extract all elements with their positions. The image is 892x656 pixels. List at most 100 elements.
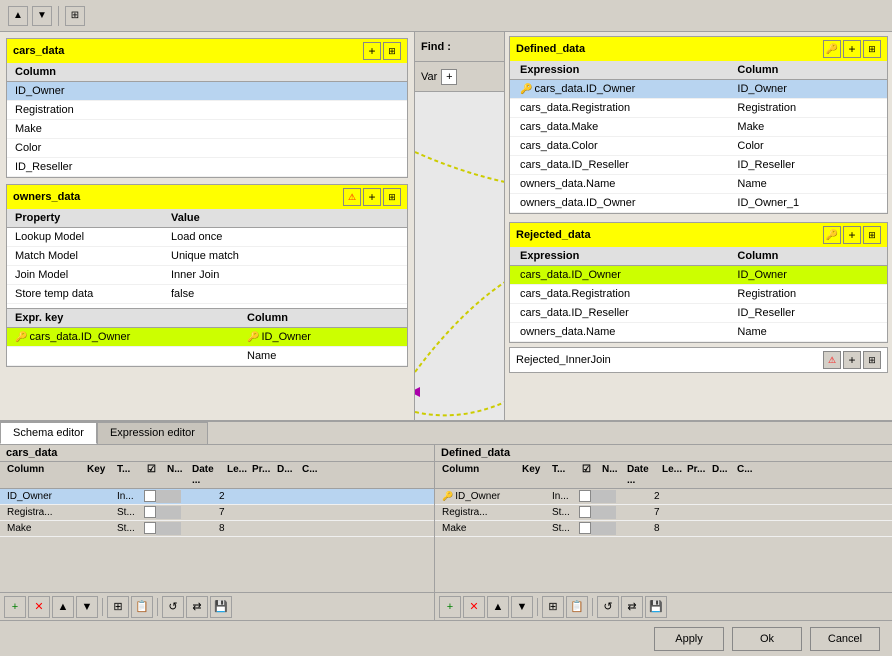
sl-save-btn[interactable]: 💾	[210, 596, 232, 618]
sl-up-btn[interactable]: ▲	[52, 596, 74, 618]
owners-add-btn[interactable]: +	[363, 188, 381, 206]
right-panel[interactable]: Defined_data 🔑 + ⊞ Expression Column	[505, 32, 892, 420]
cars-window-btn[interactable]: ⊞	[383, 42, 401, 60]
defined-row-5[interactable]: cars_data.ID_Reseller ID_Reseller	[510, 156, 887, 175]
defined-data-title: Defined_data	[516, 43, 585, 55]
cars-row-registration[interactable]: Registration	[7, 101, 407, 120]
sl-add-btn[interactable]: +	[4, 596, 26, 618]
sl-h-check: ☑	[144, 463, 164, 487]
defined-row-4[interactable]: cars_data.Color Color	[510, 137, 887, 156]
var-label: Var	[421, 71, 437, 83]
owners-col-value: Value	[169, 211, 401, 225]
apply-button[interactable]: Apply	[654, 627, 724, 651]
cars-row-id-reseller[interactable]: ID_Reseller	[7, 158, 407, 177]
schema-right-row-3[interactable]: Make St... 8	[435, 521, 892, 537]
defined-row-7[interactable]: owners_data.ID_Owner ID_Owner_1	[510, 194, 887, 213]
owners-col-header: Property Value	[7, 209, 407, 228]
sr-copy-btn[interactable]: ⊞	[542, 596, 564, 618]
rij-add-btn[interactable]: +	[843, 351, 861, 369]
schema-right-row-2[interactable]: Registra... St... 7	[435, 505, 892, 521]
var-add-btn[interactable]: +	[441, 69, 457, 85]
cars-row-color[interactable]: Color	[7, 139, 407, 158]
sl-copy-btn[interactable]: ⊞	[107, 596, 129, 618]
defined-key-btn[interactable]: 🔑	[823, 40, 841, 58]
sr-down-btn[interactable]: ▼	[511, 596, 533, 618]
schema-left-row-3[interactable]: Make St... 8	[0, 521, 434, 537]
rejected-window-btn[interactable]: ⊞	[863, 226, 881, 244]
rejected-col-col: Column	[733, 249, 881, 263]
rejected-innerjoin-bar: Rejected_InnerJoin ⚠ + ⊞	[509, 347, 888, 373]
owners-error-btn[interactable]: ⚠	[343, 188, 361, 206]
defined-add-btn[interactable]: +	[843, 40, 861, 58]
defined-row-1[interactable]: 🔑 cars_data.ID_Owner ID_Owner	[510, 80, 887, 99]
sl-del-btn[interactable]: ✕	[28, 596, 50, 618]
sr-del-btn[interactable]: ✕	[463, 596, 485, 618]
defined-col-col: Column	[733, 63, 881, 77]
rejected-key-btn[interactable]: 🔑	[823, 226, 841, 244]
center-connector: Find : Var +	[415, 32, 505, 420]
rejected-row-4[interactable]: owners_data.Name Name	[510, 323, 887, 342]
cars-row-make[interactable]: Make	[7, 120, 407, 139]
cars-data-title: cars_data	[13, 45, 64, 57]
cars-col-column: Column	[13, 65, 401, 79]
sr-sep-2	[592, 598, 593, 616]
sr-refresh-btn[interactable]: ↺	[597, 596, 619, 618]
rejected-data-section: Rejected_data 🔑 + ⊞ Expression Column ca…	[509, 222, 888, 373]
tab-schema-editor[interactable]: Schema editor	[0, 422, 97, 444]
copy-button[interactable]: ⊞	[65, 6, 85, 26]
sl-h-pre: Pr...	[249, 463, 274, 487]
rejected-row-1[interactable]: cars_data.ID_Owner ID_Owner	[510, 266, 887, 285]
owners-row-lookup[interactable]: Lookup Model Load once	[7, 228, 407, 247]
defined-row-6[interactable]: owners_data.Name Name	[510, 175, 887, 194]
key-icon-1: 🔑	[15, 332, 27, 343]
sr-h-len: Le...	[659, 463, 684, 487]
owners-row-store[interactable]: Store temp data false	[7, 285, 407, 304]
sr-up-btn[interactable]: ▲	[487, 596, 509, 618]
sl-down-btn[interactable]: ▼	[76, 596, 98, 618]
sl-h-len: Le...	[224, 463, 249, 487]
schema-left-row-2[interactable]: Registra... St... 7	[0, 505, 434, 521]
sr-h-key: Key	[519, 463, 549, 487]
sr-save-btn[interactable]: 💾	[645, 596, 667, 618]
defined-row-3[interactable]: cars_data.Make Make	[510, 118, 887, 137]
sl-paste-btn[interactable]: 📋	[131, 596, 153, 618]
cancel-button[interactable]: Cancel	[810, 627, 880, 651]
rejected-add-btn[interactable]: +	[843, 226, 861, 244]
rejected-data-title: Rejected_data	[516, 229, 591, 241]
sr-h-date: Date ...	[624, 463, 659, 487]
cars-row-id-owner[interactable]: ID_Owner	[7, 82, 407, 101]
rejected-data-header: Rejected_data 🔑 + ⊞	[510, 223, 887, 247]
sr-paste-btn[interactable]: 📋	[566, 596, 588, 618]
owners-window-btn[interactable]: ⊞	[383, 188, 401, 206]
rij-window-btn[interactable]: ⊞	[863, 351, 881, 369]
up-button[interactable]: ▲	[8, 6, 28, 26]
sr-h-check: ☑	[579, 463, 599, 487]
owners-name-row[interactable]: Name	[7, 347, 407, 366]
owners-row-join[interactable]: Join Model Inner Join	[7, 266, 407, 285]
ok-button[interactable]: Ok	[732, 627, 802, 651]
down-button[interactable]: ▼	[32, 6, 52, 26]
cars-data-panel: cars_data + ⊞ Column ID_Owner Registrati…	[6, 38, 408, 178]
owners-key-row-1[interactable]: 🔑 cars_data.ID_Owner 🔑 ID_Owner	[7, 328, 407, 347]
schema-right-title: Defined_data	[435, 445, 892, 462]
defined-window-btn[interactable]: ⊞	[863, 40, 881, 58]
rejected-row-3[interactable]: cars_data.ID_Reseller ID_Reseller	[510, 304, 887, 323]
sr-add-btn[interactable]: +	[439, 596, 461, 618]
rejected-row-2[interactable]: cars_data.Registration Registration	[510, 285, 887, 304]
schema-left-row-1[interactable]: ID_Owner In... 2	[0, 489, 434, 505]
left-scroll-area[interactable]: cars_data + ⊞ Column ID_Owner Registrati…	[0, 32, 414, 420]
rij-error-btn[interactable]: ⚠	[823, 351, 841, 369]
owners-data-title: owners_data	[13, 191, 80, 203]
sl-sep-1	[102, 598, 103, 616]
sr-sync-btn[interactable]: ⇄	[621, 596, 643, 618]
owners-row-match[interactable]: Match Model Unique match	[7, 247, 407, 266]
defined-row-2[interactable]: cars_data.Registration Registration	[510, 99, 887, 118]
sl-sync-btn[interactable]: ⇄	[186, 596, 208, 618]
sl-refresh-btn[interactable]: ↺	[162, 596, 184, 618]
defined-col-header: Expression Column	[510, 61, 887, 80]
find-bar: Find :	[415, 32, 504, 62]
schema-right-row-1[interactable]: 🔑 ID_Owner In... 2	[435, 489, 892, 505]
cars-add-btn[interactable]: +	[363, 42, 381, 60]
tab-expression-editor[interactable]: Expression editor	[97, 422, 208, 444]
connector-area	[415, 92, 504, 420]
